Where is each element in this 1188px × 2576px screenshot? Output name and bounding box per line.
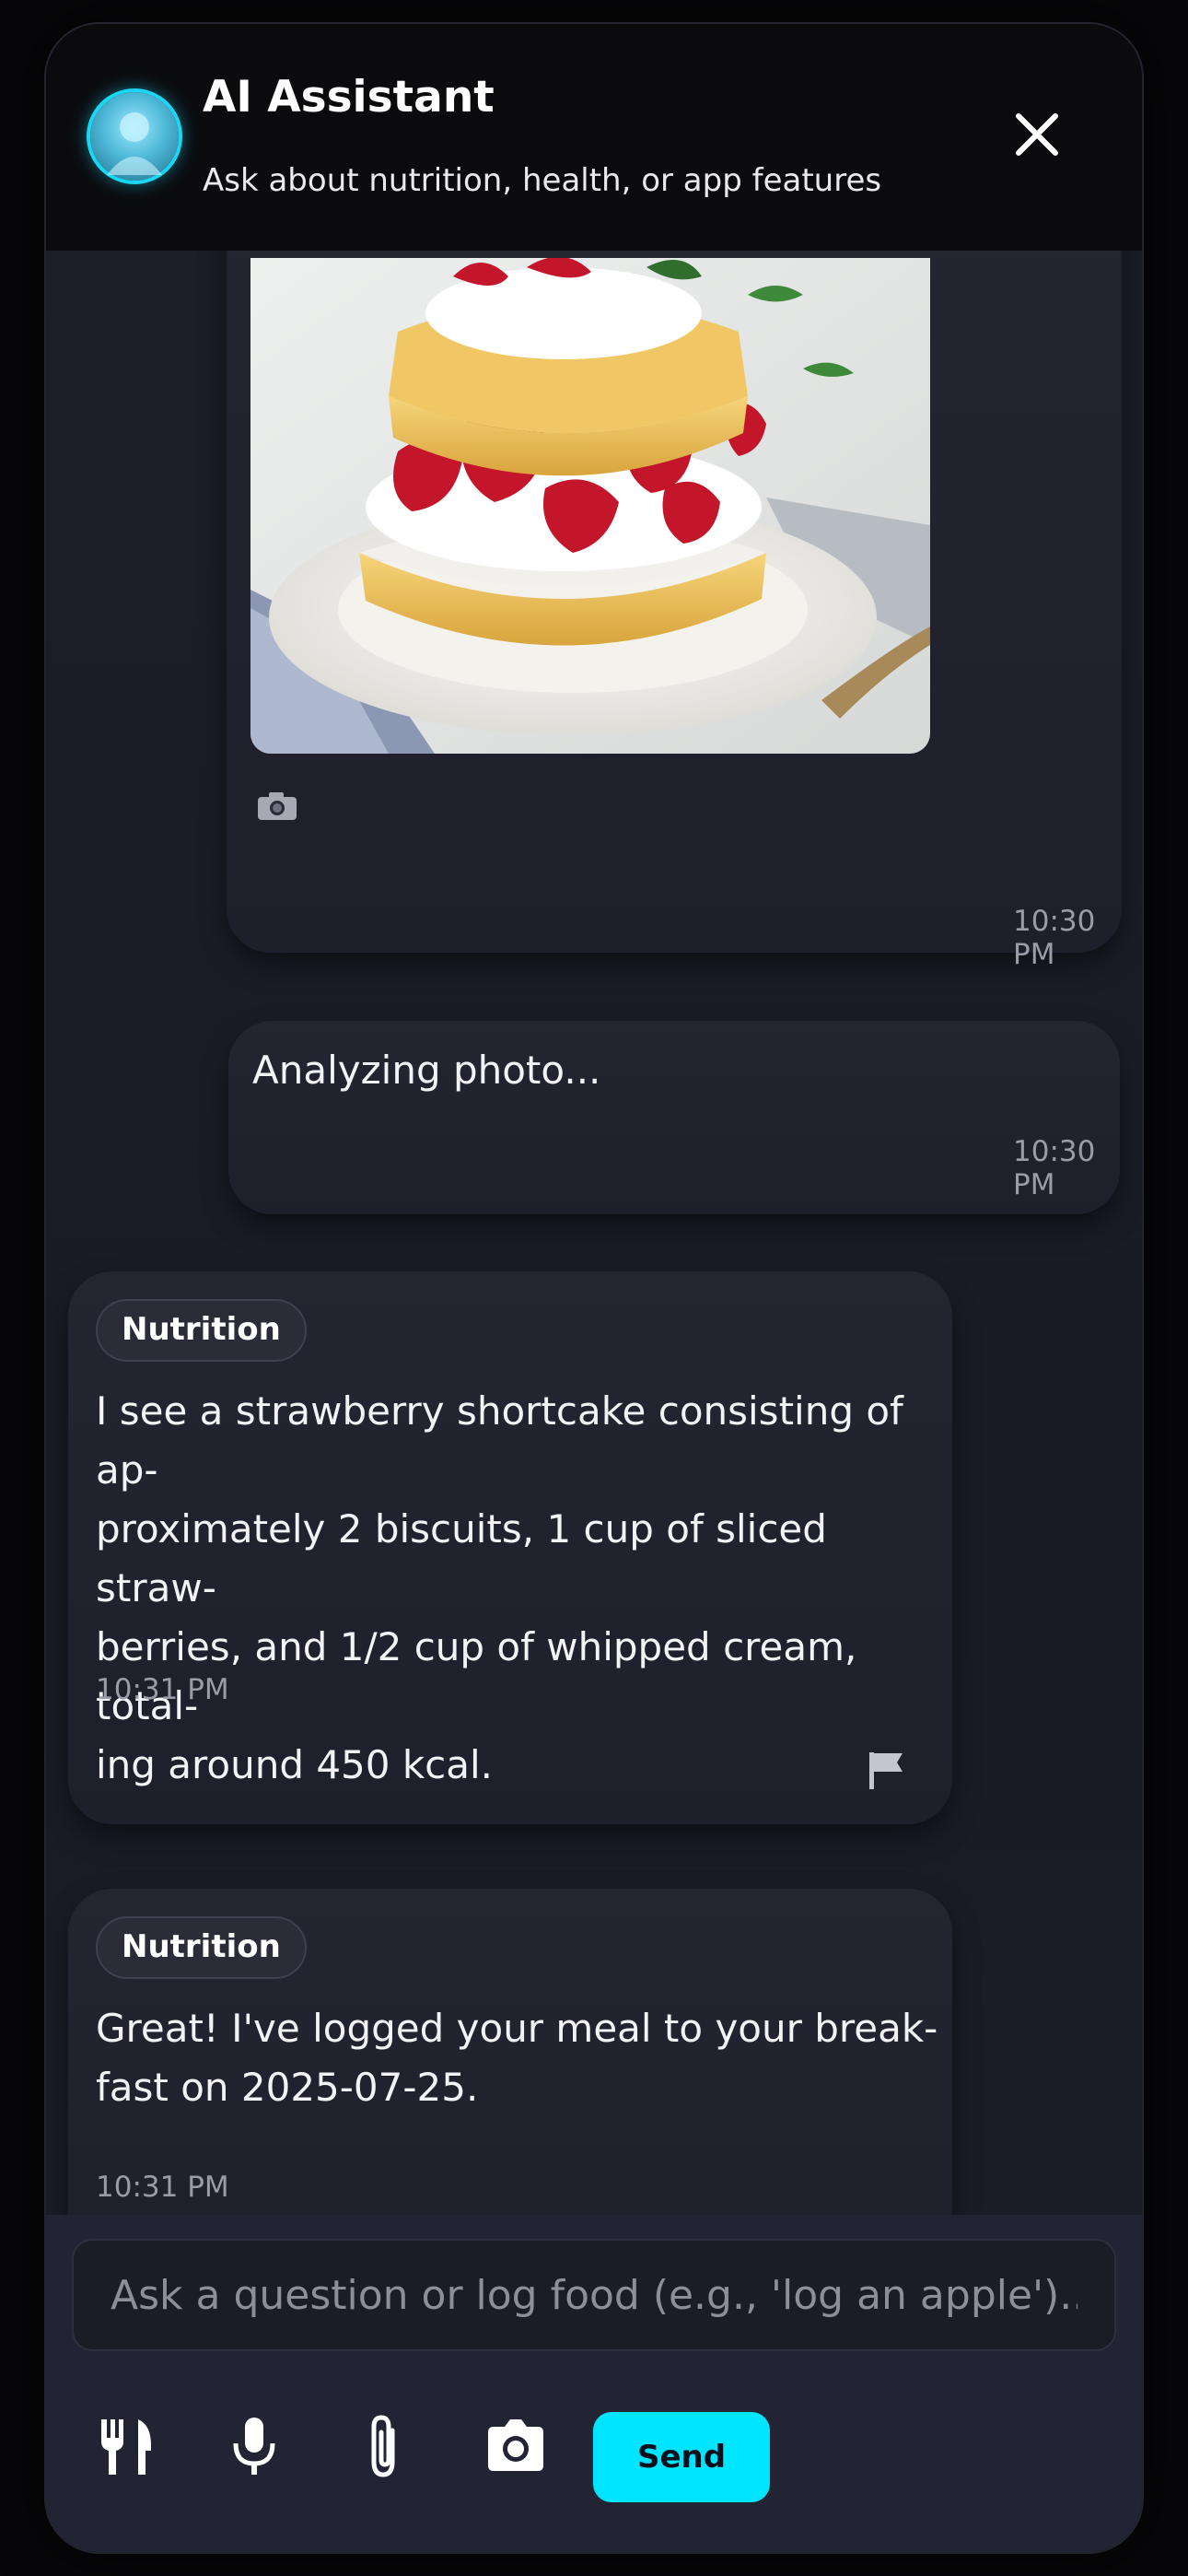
message-time: 10:31 PM — [96, 2171, 229, 2204]
category-badge: Nutrition — [96, 1299, 307, 1362]
header-title: AI Assistant — [203, 72, 495, 123]
message-line: ing around 450 kcal. — [96, 1742, 494, 1787]
category-badge: Nutrition — [96, 1916, 307, 1979]
food-photo — [250, 258, 930, 754]
chat-header: AI Assistant Ask about nutrition, health… — [46, 24, 1142, 251]
message-text: I see a strawberry shortcake consisting … — [96, 1382, 952, 1795]
chat-panel: 10:30 PM Analyzing photo... 10:30 PM Nut… — [46, 24, 1142, 2552]
message-time: 10:30 PM — [1013, 905, 1096, 971]
fork-knife-icon[interactable] — [92, 2414, 158, 2480]
message-text: Great! I've logged your meal to your bre… — [96, 1999, 938, 2117]
assistant-avatar — [90, 92, 179, 181]
camera-icon — [258, 792, 297, 820]
flag-icon[interactable] — [868, 1751, 904, 1791]
camera-icon[interactable] — [483, 2414, 549, 2480]
message-input[interactable] — [72, 2239, 1116, 2351]
message-time: 10:30 PM — [1013, 1135, 1096, 1201]
paperclip-icon[interactable] — [352, 2414, 418, 2480]
close-icon[interactable] — [1011, 109, 1063, 160]
photo-message-bubble: 10:30 PM — [227, 216, 1122, 971]
composer-bar: Send — [46, 2215, 1142, 2552]
message-line: proximately 2 biscuits, 1 cup of sliced … — [96, 1506, 827, 1610]
message-line: I see a strawberry shortcake consisting … — [96, 1388, 903, 1493]
assistant-message-bubble: Nutrition I see a strawberry shortcake c… — [68, 1271, 952, 1824]
microphone-icon[interactable] — [221, 2414, 287, 2480]
message-line: Great! I've logged your meal to your bre… — [96, 2006, 938, 2051]
send-button[interactable]: Send — [593, 2412, 770, 2502]
header-subtitle: Ask about nutrition, health, or app feat… — [203, 162, 882, 199]
message-line: fast on 2025-07-25. — [96, 2065, 479, 2110]
message-text: Analyzing photo... — [252, 1048, 601, 1093]
user-message-bubble: Analyzing photo... 10:30 PM — [228, 1021, 1120, 1214]
message-time: 10:31 PM — [96, 1673, 229, 1706]
